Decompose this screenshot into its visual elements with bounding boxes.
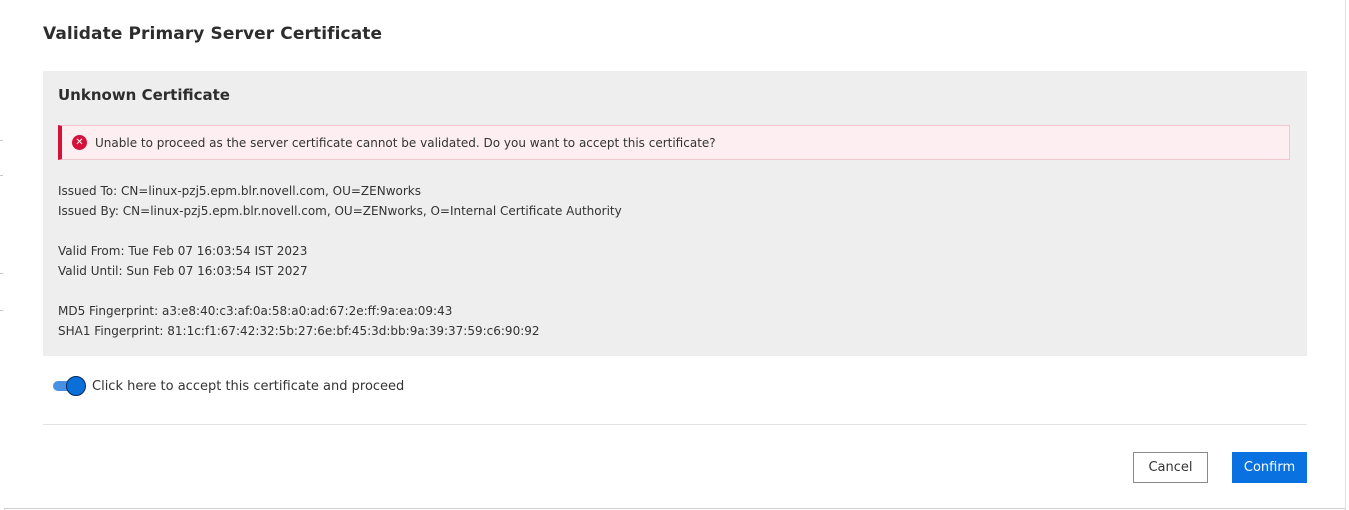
issued-by: Issued By: CN=linux-pzj5.epm.blr.novell.…: [58, 204, 622, 218]
issued-to: Issued To: CN=linux-pzj5.epm.blr.novell.…: [58, 184, 421, 198]
valid-from: Valid From: Tue Feb 07 16:03:54 IST 2023: [58, 244, 308, 258]
certificate-heading: Unknown Certificate: [58, 86, 230, 104]
md5-fingerprint: MD5 Fingerprint: a3:e8:40:c3:af:0a:58:a0…: [58, 304, 453, 318]
background-divider: [0, 175, 3, 176]
error-circle-icon: ✕: [72, 135, 87, 150]
error-alert: ✕ Unable to proceed as the server certif…: [58, 125, 1290, 160]
background-divider: [0, 140, 3, 141]
alert-message: Unable to proceed as the server certific…: [95, 136, 716, 150]
accept-certificate-toggle[interactable]: [53, 376, 87, 396]
certificate-panel: Unknown Certificate ✕ Unable to proceed …: [43, 71, 1307, 356]
background-page-edge-right: [1345, 0, 1349, 510]
accept-certificate-label[interactable]: Click here to accept this certificate an…: [92, 379, 404, 394]
sha1-fingerprint: SHA1 Fingerprint: 81:1c:f1:67:42:32:5b:2…: [58, 324, 540, 338]
validate-certificate-dialog: Validate Primary Server Certificate Unkn…: [4, 0, 1345, 509]
confirm-button[interactable]: Confirm: [1232, 452, 1307, 483]
cancel-button[interactable]: Cancel: [1133, 452, 1208, 483]
footer-divider: [43, 424, 1307, 425]
background-divider: [0, 273, 3, 274]
dialog-title: Validate Primary Server Certificate: [43, 24, 383, 44]
valid-until: Valid Until: Sun Feb 07 16:03:54 IST 202…: [58, 264, 308, 278]
background-divider: [0, 310, 3, 311]
toggle-knob: [66, 376, 86, 396]
